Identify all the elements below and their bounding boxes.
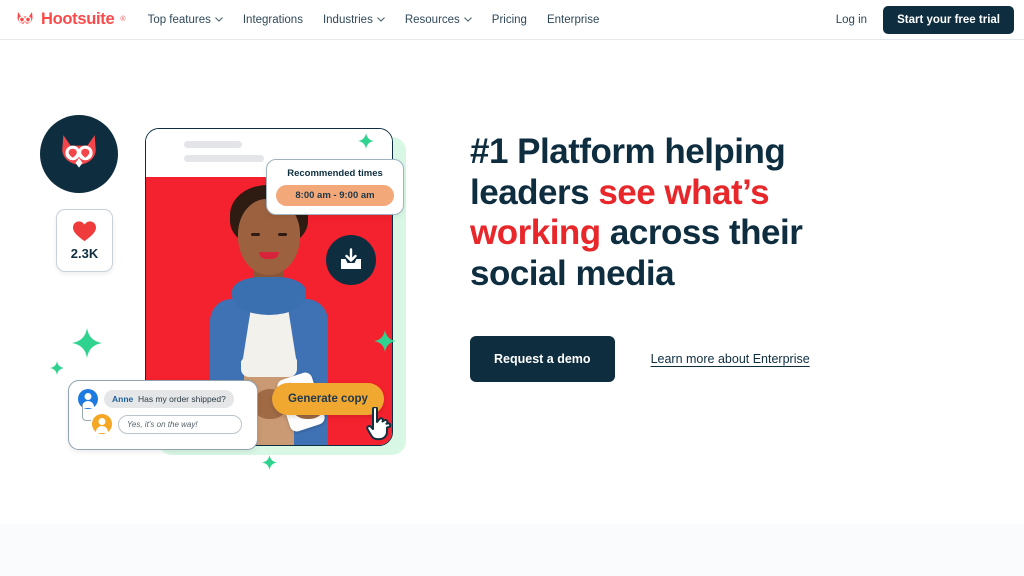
sparkle-icon — [262, 455, 277, 470]
like-count-card: 2.3K — [56, 209, 113, 272]
recommended-times-card: Recommended times 8:00 am - 9:00 am — [266, 159, 404, 215]
start-free-trial-button[interactable]: Start your free trial — [883, 5, 1014, 34]
hootsuite-wordmark: Hootsuite — [41, 10, 115, 28]
headline-line-1: #1 Platform helping — [470, 132, 786, 171]
hero-cta-row: Request a demo Learn more about Enterpri… — [470, 336, 994, 383]
nav-item-industries[interactable]: Industries — [323, 14, 385, 26]
headline-line-3-plain: across their — [600, 213, 803, 253]
nav-item-pricing[interactable]: Pricing — [492, 14, 527, 26]
skeleton-line — [184, 155, 264, 162]
heart-icon — [72, 220, 97, 243]
chevron-down-icon — [464, 17, 472, 22]
headline-line-2-plain: leaders — [470, 172, 599, 212]
skeleton-line — [184, 141, 242, 148]
nav-label-resources: Resources — [404, 13, 460, 26]
chat-message-reply: Yes, it’s on the way! — [78, 404, 248, 434]
nav-label-integrations: Integrations — [242, 13, 303, 26]
nav-item-enterprise[interactable]: Enterprise — [547, 14, 599, 26]
headline-line-4: social media — [470, 253, 675, 293]
learn-more-enterprise-link[interactable]: Learn more about Enterprise — [651, 352, 810, 366]
sparkle-icon — [358, 133, 374, 149]
trademark-symbol: ® — [120, 16, 126, 23]
photo-eye-right — [278, 233, 287, 236]
recommended-times-title: Recommended times — [287, 168, 383, 179]
chat-conversation-card: Anne Has my order shipped? Yes, it’s on … — [68, 380, 258, 450]
chat-message-text: Has my order shipped? — [137, 394, 226, 404]
hero-illustration-column: 2.3K Recommended times 8:00 am - 9:00 am… — [0, 40, 470, 524]
headline-line-3-accent: working — [470, 213, 601, 253]
nav-label-pricing: Pricing — [491, 13, 527, 26]
hand-pointer-cursor-icon — [364, 406, 394, 443]
request-demo-button[interactable]: Request a demo — [470, 336, 615, 383]
login-link[interactable]: Log in — [836, 14, 867, 26]
sparkle-icon — [374, 330, 396, 352]
user-avatar-orange-icon — [92, 414, 112, 434]
photo-scarf — [232, 277, 306, 315]
nav-label-industries: Industries — [322, 13, 373, 26]
chat-message-incoming: Anne Has my order shipped? — [78, 389, 248, 409]
nav-label-enterprise: Enterprise — [546, 13, 600, 26]
hero-section: 2.3K Recommended times 8:00 am - 9:00 am… — [0, 40, 1024, 524]
headline-line-2-accent: see what’s — [598, 172, 770, 212]
photo-lips — [259, 252, 279, 259]
hero-illustration: 2.3K Recommended times 8:00 am - 9:00 am… — [40, 115, 440, 485]
inbox-download-icon — [326, 235, 376, 285]
top-navigation-bar: Hootsuite ® Top features Integrations In… — [0, 0, 1024, 40]
photo-eye-left — [251, 233, 260, 236]
sparkle-icon — [50, 361, 64, 375]
primary-nav-links: Top features Integrations Industries Res… — [148, 14, 600, 26]
recommended-time-slot: 8:00 am - 9:00 am — [276, 185, 394, 206]
sparkle-icon — [72, 328, 102, 358]
hero-content-column: #1 Platform helping leaders see what’s w… — [470, 40, 1024, 524]
nav-item-resources[interactable]: Resources — [405, 14, 472, 26]
nav-actions: Log in Start your free trial — [836, 5, 1014, 34]
chat-incoming-bubble: Anne Has my order shipped? — [104, 390, 234, 408]
page-title: #1 Platform helping leaders see what’s w… — [470, 132, 870, 294]
like-count-value: 2.3K — [70, 246, 99, 261]
hootsuite-logo[interactable]: Hootsuite ® — [14, 10, 126, 29]
nav-label-top-features: Top features — [147, 13, 211, 26]
next-section-band — [0, 524, 1024, 576]
chat-sender-name: Anne — [112, 394, 134, 404]
chevron-down-icon — [215, 17, 223, 22]
nav-item-top-features[interactable]: Top features — [148, 14, 223, 26]
hootsuite-owl-logo-icon — [14, 11, 36, 28]
nav-item-integrations[interactable]: Integrations — [243, 14, 303, 26]
hootsuite-owl-avatar-icon — [40, 115, 118, 193]
chat-reply-text: Yes, it’s on the way! — [118, 414, 242, 434]
chevron-down-icon — [377, 17, 385, 22]
